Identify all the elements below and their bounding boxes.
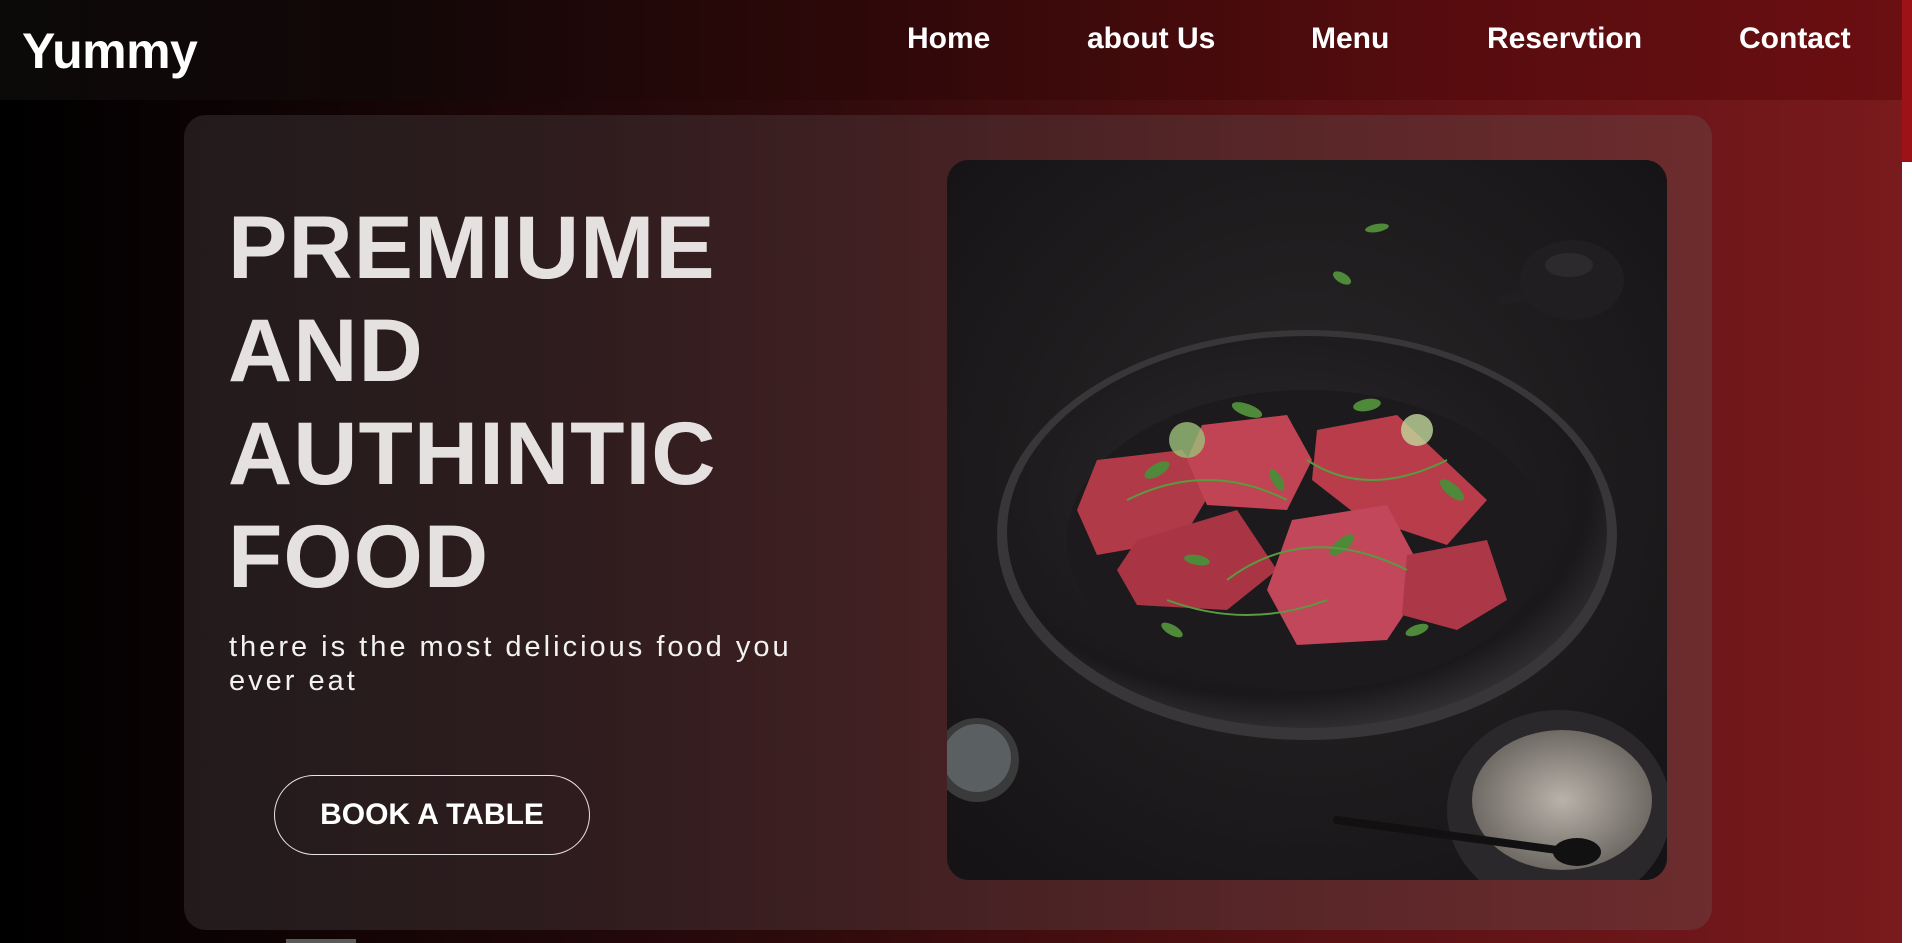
horizontal-scrollbar-thumb[interactable] [286, 939, 356, 943]
nav-item-home[interactable]: Home [907, 22, 990, 56]
hero-subtext: there is the most delicious food you eve… [229, 631, 792, 697]
nav-item-reservation[interactable]: Reservtion [1487, 22, 1642, 56]
nav-item-menu[interactable]: Menu [1311, 22, 1389, 56]
nav-links: Home about Us Menu Reservtion Contact [0, 0, 1912, 100]
book-a-table-button[interactable]: BOOK A TABLE [274, 775, 590, 855]
nav-item-contact[interactable]: Contact [1739, 22, 1851, 56]
headline-line: PREMIUME [228, 197, 716, 297]
hero-headline: PREMIUME AND AUTHINTIC FOOD [228, 196, 848, 608]
scrollbar-track[interactable] [1902, 162, 1912, 943]
food-plate-illustration [947, 160, 1667, 880]
edge-strip [1902, 0, 1912, 162]
hero-food-image [947, 160, 1667, 880]
headline-line: FOOD [228, 506, 490, 606]
headline-line: AUTHINTIC [228, 403, 717, 503]
nav-item-about-us[interactable]: about Us [1087, 22, 1215, 56]
headline-line: AND [228, 300, 424, 400]
navbar: Yummy Home about Us Menu Reservtion Cont… [0, 0, 1912, 100]
